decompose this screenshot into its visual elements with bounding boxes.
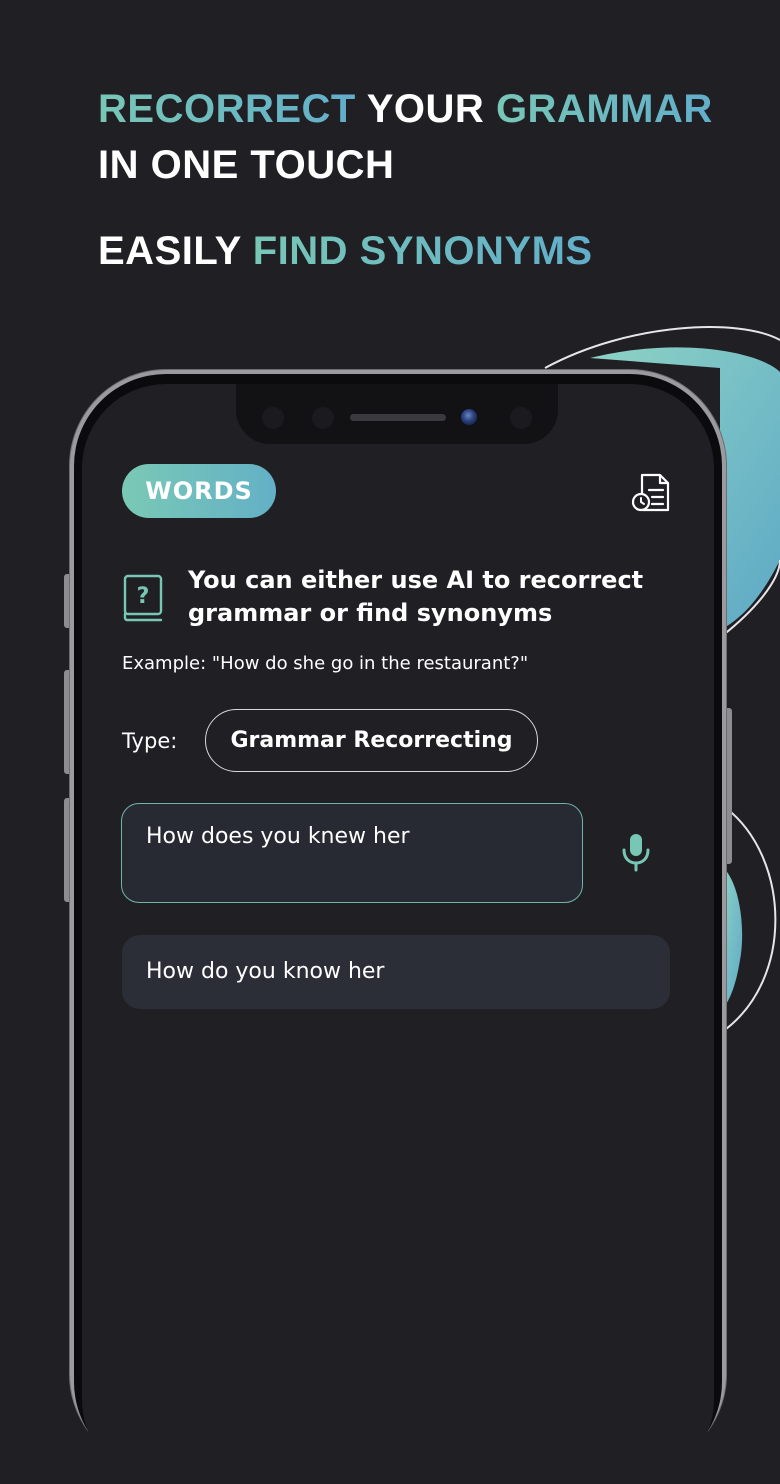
example-text: Example: "How do she go in the restauran… — [122, 653, 529, 674]
headline-line-2: IN ONE TOUCH — [98, 143, 395, 187]
svg-text:?: ? — [137, 584, 150, 609]
headline-line-1: RECORRECT YOUR GRAMMAR — [98, 84, 713, 134]
headline-word-your: YOUR — [366, 87, 485, 131]
microphone-button[interactable] — [612, 828, 660, 876]
front-camera-lens — [461, 409, 477, 425]
result-output: How do you know her — [122, 935, 670, 1009]
document-history-icon — [631, 473, 670, 512]
headline-accent-recorrect: RECORRECT — [98, 87, 356, 131]
notch-speaker — [350, 414, 446, 421]
microphone-icon — [622, 834, 650, 872]
headline-accent-grammar: GRAMMAR — [495, 87, 713, 131]
notch-sensor-mid — [312, 407, 334, 429]
type-selector[interactable]: Grammar Recorrecting — [205, 709, 538, 772]
phone-screen — [82, 384, 714, 1484]
book-question-icon: ? — [123, 574, 163, 622]
notch-sensor-left — [262, 407, 284, 429]
headline-line-3: EASILY FIND SYNONYMS — [98, 226, 593, 276]
headline-accent-find-synonyms: FIND SYNONYMS — [252, 229, 593, 273]
intro-text: You can either use AI to recorrect gramm… — [188, 566, 644, 627]
notch-sensor-right — [510, 407, 532, 429]
words-mode-button[interactable]: WORDS — [122, 464, 276, 518]
type-label: Type: — [122, 729, 178, 753]
text-input[interactable]: How does you knew her — [121, 803, 583, 903]
history-button[interactable] — [628, 468, 676, 516]
headline-word-easily: EASILY — [98, 229, 242, 273]
